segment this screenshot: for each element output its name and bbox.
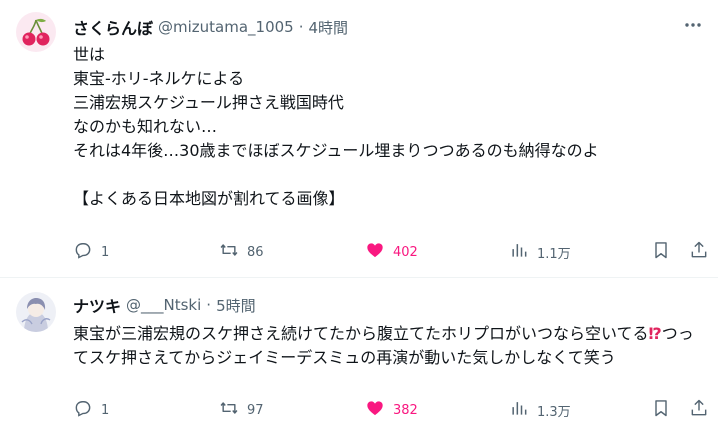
bookmark-icon: [651, 240, 671, 264]
share-icon: [689, 398, 709, 422]
separator: ·: [206, 296, 212, 314]
views-button[interactable]: 1.1万: [509, 237, 571, 267]
view-count: 1.3万: [537, 404, 571, 420]
author-handle[interactable]: @mizutama_1005: [158, 18, 294, 36]
more-options-icon[interactable]: [682, 14, 704, 36]
reply-button[interactable]: 1: [73, 237, 109, 267]
reply-count: 1: [101, 244, 110, 260]
heart-icon: [365, 240, 385, 264]
reply-button[interactable]: 1: [73, 395, 109, 425]
share-button[interactable]: [689, 237, 709, 267]
cherry-avatar-icon[interactable]: [16, 12, 56, 52]
tweet-header: さくらんぼ @mizutama_1005 · 4時間: [73, 16, 678, 38]
reply-icon: [73, 240, 93, 264]
bookmark-button[interactable]: [651, 237, 671, 267]
timestamp[interactable]: 4時間: [309, 17, 349, 38]
author-name[interactable]: ナツキ: [73, 293, 121, 317]
views-button[interactable]: 1.3万: [509, 395, 571, 425]
repost-icon: [219, 398, 239, 422]
repost-icon: [219, 240, 239, 264]
tweet-text: 世は 東宝-ホリ-ネルケによる 三浦宏規スケジュール押さえ戦国時代 なのかも知れ…: [73, 45, 599, 208]
bookmark-icon: [651, 398, 671, 422]
like-button[interactable]: 402: [365, 237, 418, 267]
tweet-header: ナツキ @___Ntski · 5時間: [73, 294, 678, 316]
separator: ·: [298, 18, 304, 36]
bookmark-button[interactable]: [651, 395, 671, 425]
repost-button[interactable]: 86: [219, 237, 264, 267]
view-count: 1.1万: [537, 246, 571, 262]
repost-button[interactable]: 97: [219, 395, 264, 425]
like-count: 402: [393, 244, 418, 260]
bar-chart-icon: [509, 240, 529, 264]
timestamp[interactable]: 5時間: [216, 295, 256, 316]
share-icon: [689, 240, 709, 264]
interrobang-emoji: ⁉: [648, 324, 662, 343]
heart-icon: [365, 398, 385, 422]
tweet[interactable]: ナツキ @___Ntski · 5時間 東宝が三浦宏規のスケ押さえ続けてたから腹…: [0, 278, 718, 439]
bar-chart-icon: [509, 398, 529, 422]
like-count: 382: [393, 402, 418, 418]
tweet-text: 東宝が三浦宏規のスケ押さえ続けてたから腹立てたホリプロがいつなら空いてる⁉つって…: [73, 322, 700, 370]
author-name[interactable]: さくらんぼ: [73, 15, 153, 39]
illustration-avatar-icon[interactable]: [16, 292, 56, 332]
like-button[interactable]: 382: [365, 395, 418, 425]
reply-count: 1: [101, 402, 110, 418]
reply-icon: [73, 398, 93, 422]
tweet[interactable]: さくらんぼ @mizutama_1005 · 4時間 世は 東宝-ホリ-ネルケに…: [0, 0, 718, 278]
author-handle[interactable]: @___Ntski: [126, 296, 201, 314]
repost-count: 86: [247, 244, 264, 260]
tweet-text-part-1: 東宝が三浦宏規のスケ押さえ続けてたから腹立てたホリプロがいつなら空いてる: [73, 324, 649, 343]
repost-count: 97: [247, 402, 264, 418]
tweet-actions: 1 97 382 1.3万: [73, 395, 707, 425]
share-button[interactable]: [689, 395, 709, 425]
tweet-actions: 1 86 402 1.1万: [73, 237, 707, 267]
